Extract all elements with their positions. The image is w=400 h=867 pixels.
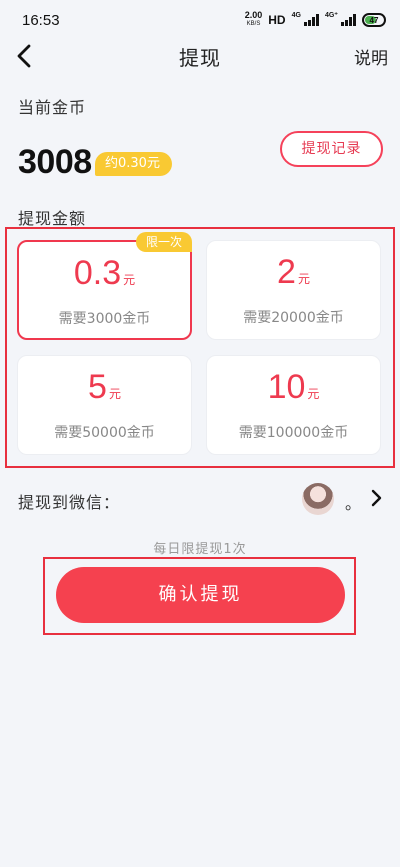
battery-icon: 47 (362, 13, 386, 27)
amount-option-5[interactable]: 5元 需要50000金币 (17, 355, 192, 455)
coin-amount: 3008 (18, 143, 92, 181)
network-speed: 2.00 KB/S (244, 10, 263, 28)
status-icons: 2.00 KB/S HD 4G 4G⁺ 47 (245, 11, 386, 29)
page-title: 提现 (179, 46, 221, 70)
amount-options-group: 限一次 0.3 元 需要3000金币 2元 需要20000金币 5元 需要5000… (5, 227, 395, 468)
option-requirement: 需要100000金币 (238, 425, 349, 441)
option-requirement: 需要3000金币 (58, 311, 151, 327)
amount-option-2[interactable]: 2元 需要20000金币 (206, 240, 381, 340)
confirm-withdraw-button[interactable]: 确认提现 (56, 567, 345, 623)
approx-value-badge: 约0.30元 (95, 152, 172, 176)
amount-option-0-3[interactable]: 限一次 0.3 元 需要3000金币 (17, 232, 192, 340)
daily-limit-note: 每日限提现1次 (153, 542, 247, 557)
signal-icon-2 (341, 14, 356, 26)
current-coins-label: 当前金币 (18, 98, 87, 117)
option-value: 5元 (88, 368, 121, 406)
help-link[interactable]: 说明 (354, 44, 388, 69)
option-requirement: 需要20000金币 (243, 310, 344, 326)
avatar[interactable] (302, 483, 334, 515)
chevron-right-icon[interactable] (368, 488, 384, 508)
option-requirement: 需要50000金币 (54, 425, 155, 441)
signal-icon (303, 14, 319, 26)
withdraw-record-button[interactable]: 提现记录 (280, 131, 383, 167)
status-time: 16:53 (22, 11, 60, 29)
option-value: 2元 (277, 253, 310, 291)
hd-icon: HD (268, 13, 286, 27)
wechat-nickname: 。 (345, 494, 362, 513)
nav-bar: 提现 说明 (0, 38, 400, 74)
limit-once-tag: 限一次 (135, 232, 192, 252)
status-bar: 16:53 2.00 KB/S HD 4G 4G⁺ 47 (0, 0, 400, 40)
option-value: 10 元 (267, 368, 320, 406)
option-value: 0.3 元 (73, 254, 136, 292)
withdraw-amount-label: 提现金额 (18, 209, 87, 228)
amount-option-10[interactable]: 10 元 需要100000金币 (206, 355, 381, 455)
withdraw-to-wechat-label: 提现到微信： (18, 493, 121, 512)
